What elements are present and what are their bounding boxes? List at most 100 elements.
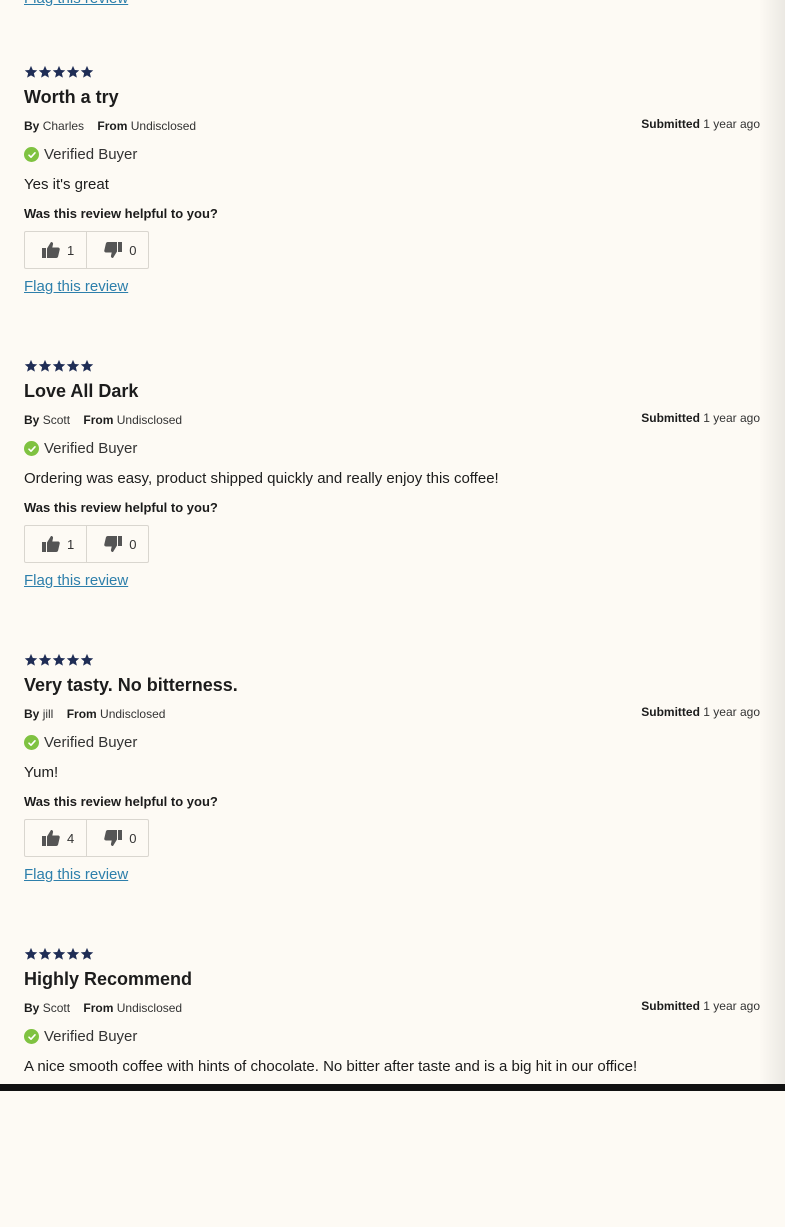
thumbs-up-icon	[42, 830, 60, 846]
helpful-vote-group: 1 0	[24, 231, 150, 269]
thumbs-up-count: 1	[67, 536, 75, 552]
from-label: From	[83, 1001, 114, 1015]
from-label: From	[66, 707, 97, 721]
verified-label: Verified Buyer	[44, 440, 138, 457]
star-icon	[38, 65, 52, 79]
star-icon	[52, 653, 66, 667]
check-circle-icon	[24, 1029, 39, 1044]
verified-label: Verified Buyer	[44, 146, 138, 163]
review-body: A nice smooth coffee with hints of choco…	[24, 1058, 638, 1075]
star-icon	[66, 65, 80, 79]
star-icon	[66, 947, 80, 961]
check-circle-icon	[24, 441, 39, 456]
star-icon	[38, 653, 52, 667]
submitted-date: Submitted 1 year ago	[641, 999, 760, 1013]
review-body: Yum!	[24, 764, 59, 781]
thumbs-up-icon	[42, 242, 60, 258]
review-author-meta: By Scott From Undisclosed	[24, 1001, 182, 1015]
submitted-date: Submitted 1 year ago	[641, 411, 760, 425]
thumbs-down-icon	[104, 536, 123, 552]
star-rating	[24, 359, 94, 373]
review-title: Love All Dark	[24, 381, 139, 401]
author-name: Scott	[42, 413, 71, 427]
thumbs-down-button[interactable]: 0	[86, 526, 148, 562]
from-label: From	[97, 119, 128, 133]
review-body: Yes it's great	[24, 176, 109, 193]
helpful-question: Was this review helpful to you?	[24, 794, 218, 809]
review-card: Worth a try By Charles From Undisclosed …	[24, 65, 760, 345]
helpful-vote-group: 1 0	[24, 525, 150, 563]
review-author-meta: By Charles From Undisclosed	[24, 119, 196, 133]
flag-review-link[interactable]: Flag this review	[24, 866, 128, 883]
thumbs-down-button[interactable]: 0	[86, 820, 148, 856]
submitted-value: 1 year ago	[703, 411, 760, 425]
review-title: Very tasty. No bitterness.	[24, 675, 238, 695]
verified-label: Verified Buyer	[44, 1028, 138, 1045]
star-icon	[52, 947, 66, 961]
verified-buyer-badge: Verified Buyer	[24, 1028, 137, 1045]
star-icon	[24, 653, 38, 667]
submitted-value: 1 year ago	[703, 999, 760, 1013]
thumbs-down-button[interactable]: 0	[86, 232, 148, 268]
verified-buyer-badge: Verified Buyer	[24, 146, 137, 163]
flag-review-link[interactable]: Flag this review	[24, 278, 128, 295]
submitted-label: Submitted	[641, 705, 700, 719]
thumbs-up-count: 1	[67, 242, 75, 258]
submitted-label: Submitted	[641, 117, 700, 131]
thumbs-down-count: 0	[129, 242, 137, 258]
review-author-meta: By jill From Undisclosed	[24, 707, 165, 721]
verified-buyer-badge: Verified Buyer	[24, 440, 137, 457]
review-title: Highly Recommend	[24, 969, 193, 989]
star-icon	[80, 65, 94, 79]
submitted-label: Submitted	[641, 411, 700, 425]
thumbs-up-button[interactable]: 4	[25, 820, 86, 856]
verified-buyer-badge: Verified Buyer	[24, 734, 137, 751]
author-location: Undisclosed	[116, 413, 183, 427]
flag-review-link[interactable]: Flag this review	[24, 0, 128, 7]
helpful-vote-group: 4 0	[24, 819, 150, 857]
by-label: By	[24, 1001, 40, 1015]
thumbs-up-icon	[42, 536, 60, 552]
star-icon	[80, 359, 94, 373]
star-icon	[80, 947, 94, 961]
check-circle-icon	[24, 147, 39, 162]
by-label: By	[24, 413, 40, 427]
submitted-value: 1 year ago	[703, 117, 760, 131]
star-icon	[52, 65, 66, 79]
thumbs-down-icon	[104, 242, 123, 258]
submitted-label: Submitted	[641, 999, 700, 1013]
thumbs-up-button[interactable]: 1	[25, 526, 86, 562]
author-location: Undisclosed	[116, 1001, 183, 1015]
review-title: Worth a try	[24, 87, 119, 107]
from-label: From	[83, 413, 114, 427]
thumbs-down-count: 0	[129, 830, 137, 846]
review-author-meta: By Scott From Undisclosed	[24, 413, 182, 427]
thumbs-down-icon	[104, 830, 123, 846]
submitted-date: Submitted 1 year ago	[641, 705, 760, 719]
by-label: By	[24, 119, 40, 133]
review-body: Ordering was easy, product shipped quick…	[24, 470, 499, 487]
review-card: Very tasty. No bitterness. By jill From …	[24, 653, 760, 933]
author-name: jill	[42, 707, 54, 721]
author-location: Undisclosed	[130, 119, 197, 133]
author-name: Charles	[42, 119, 85, 133]
helpful-question: Was this review helpful to you?	[24, 500, 218, 515]
star-icon	[24, 359, 38, 373]
helpful-question: Was this review helpful to you?	[24, 206, 218, 221]
star-rating	[24, 65, 94, 79]
verified-label: Verified Buyer	[44, 734, 138, 751]
check-circle-icon	[24, 735, 39, 750]
scroll-shadow	[759, 0, 785, 1091]
author-location: Undisclosed	[100, 707, 166, 721]
by-label: By	[24, 707, 40, 721]
star-icon	[66, 359, 80, 373]
star-icon	[38, 359, 52, 373]
thumbs-up-button[interactable]: 1	[25, 232, 86, 268]
star-icon	[24, 65, 38, 79]
star-icon	[80, 653, 94, 667]
submitted-date: Submitted 1 year ago	[641, 117, 760, 131]
star-icon	[66, 653, 80, 667]
bottom-edge-bar	[0, 1084, 785, 1091]
flag-review-link[interactable]: Flag this review	[24, 572, 128, 589]
thumbs-up-count: 4	[67, 830, 75, 846]
